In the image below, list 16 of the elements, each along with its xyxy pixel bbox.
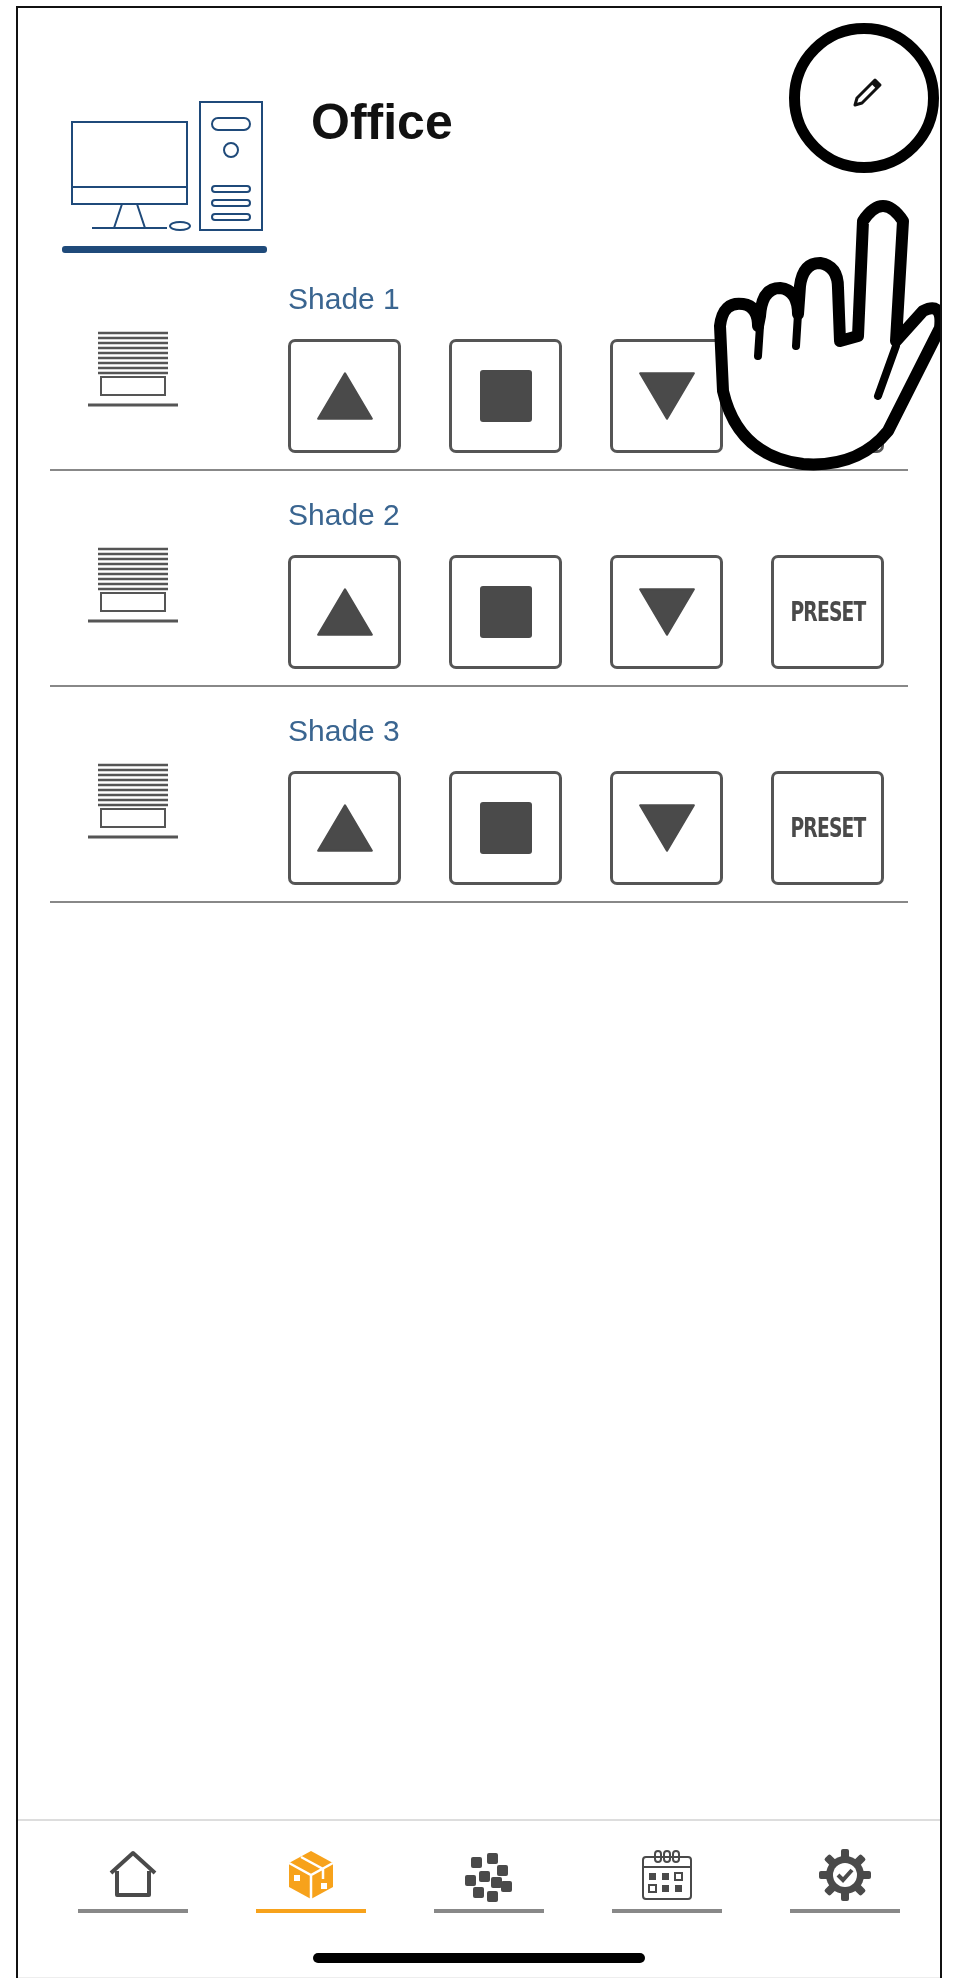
raise-button[interactable] (288, 339, 401, 453)
preset-button[interactable]: PRESET (771, 555, 884, 669)
shade-name: Shade 2 (288, 497, 401, 533)
shade-name: Shade 3 (288, 713, 401, 749)
stop-button[interactable] (449, 339, 562, 453)
preset-button[interactable]: PRESET (771, 771, 884, 885)
stop-button[interactable] (449, 771, 562, 885)
room-title: Office (311, 93, 453, 152)
raise-button[interactable] (288, 771, 401, 885)
lower-button[interactable] (610, 339, 723, 453)
stop-button[interactable] (449, 555, 562, 669)
lower-button[interactable] (610, 555, 723, 669)
lower-button[interactable] (610, 771, 723, 885)
raise-button[interactable] (288, 555, 401, 669)
computer-icon (62, 100, 267, 255)
shade-name: Shade 1 (288, 281, 401, 317)
